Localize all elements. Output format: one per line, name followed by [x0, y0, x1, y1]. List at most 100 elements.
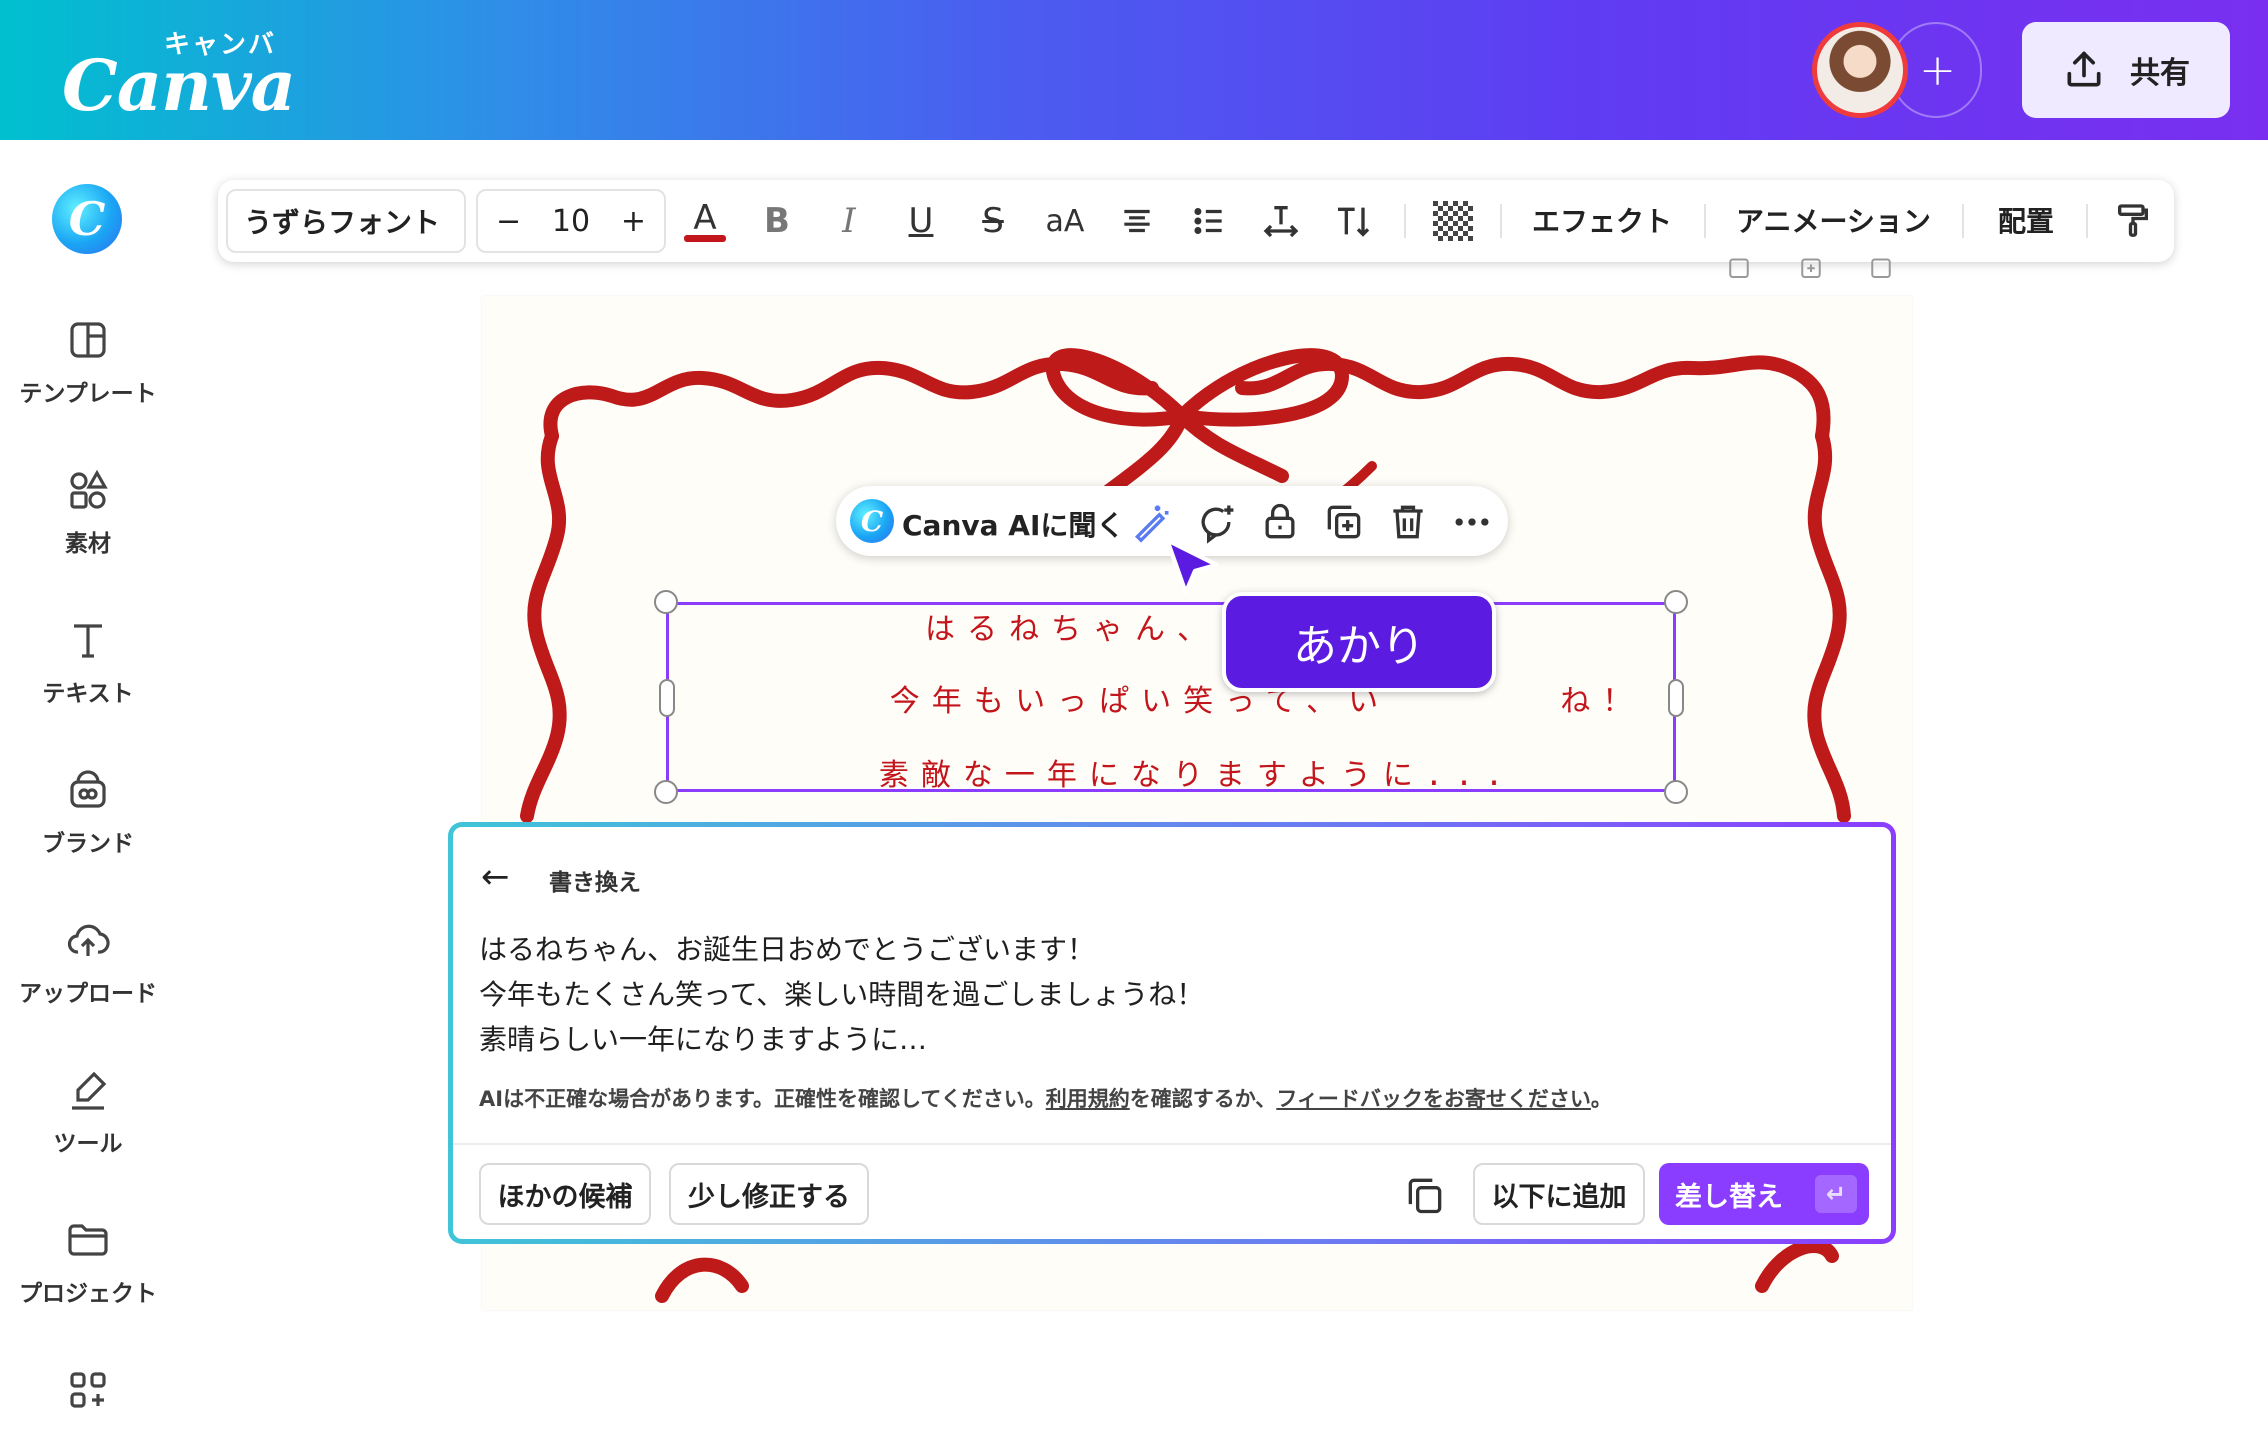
share-upload-icon [2067, 51, 2101, 87]
paint-roller-icon [2118, 204, 2148, 237]
bold-button[interactable]: B [752, 196, 802, 246]
page-lock-icon[interactable] [1724, 252, 1754, 282]
align-center-icon [1124, 209, 1150, 233]
page-add-icon[interactable] [1866, 252, 1896, 282]
apps-icon [70, 1372, 106, 1408]
resize-handle-left[interactable] [659, 679, 675, 717]
decrease-size-button[interactable]: − [496, 204, 521, 239]
sidebar-item-templates[interactable]: テンプレート [0, 316, 176, 408]
elements-icon [70, 469, 108, 509]
sidebar-item-brand[interactable]: ブランド [0, 766, 176, 858]
canva-logo[interactable]: キャンバ Canva [62, 18, 296, 127]
font-color-swatch [684, 234, 726, 242]
panel-title: 書き換え [549, 870, 641, 896]
letter-case-button[interactable]: aA [1040, 196, 1090, 246]
sidebar-item-projects[interactable]: プロジェクト [0, 1216, 176, 1308]
template-icon [70, 322, 106, 358]
panel-divider [453, 1143, 1891, 1145]
text-size-icon [1338, 207, 1370, 237]
rewritten-line: 今年もたくさん笑って、楽しい時間を過ごしましょうね！ [479, 978, 1205, 1011]
rewritten-text: はるねちゃん、お誕生日おめでとうございます！ 今年もたくさん笑って、楽しい時間を… [479, 927, 1204, 1062]
letter-spacing-button[interactable] [1256, 196, 1306, 246]
effects-button[interactable]: エフェクト [1532, 200, 1672, 240]
adjust-button[interactable]: 少し修正する [669, 1163, 869, 1225]
sidebar-item-label: テキスト [42, 681, 134, 707]
font-selector[interactable]: うずらフォント [226, 189, 466, 253]
toolbar-divider [2086, 204, 2088, 238]
canva-ai-icon[interactable]: C [52, 184, 122, 254]
sidebar-item-label: プロジェクト [19, 1281, 157, 1307]
list-button[interactable] [1184, 196, 1234, 246]
rewrite-panel: ← 書き換え はるねちゃん、お誕生日おめでとうございます！ 今年もたくさん笑って… [450, 824, 1894, 1242]
more-options-icon[interactable] [1450, 500, 1494, 544]
rewritten-line: 素晴らしい一年になりますように… [479, 1023, 928, 1056]
feedback-link[interactable]: フィードバックをお寄せください [1276, 1087, 1591, 1111]
share-label: 共有 [2130, 56, 2190, 91]
resize-handle-top-left[interactable] [654, 590, 678, 614]
sidebar-item-upload[interactable]: アップロード [0, 916, 176, 1008]
transparency-icon [1433, 201, 1473, 241]
underline-button[interactable]: U [896, 196, 946, 246]
insert-below-button[interactable]: 以下に追加 [1473, 1163, 1645, 1225]
font-color-icon: A [693, 197, 717, 238]
folder-icon [68, 1224, 108, 1256]
collaborator-cursor-icon [1165, 538, 1219, 595]
toolbar-divider [1704, 204, 1706, 238]
user-avatar[interactable] [1812, 22, 1908, 118]
text-selection-box[interactable] [666, 602, 1676, 792]
tools-icon [72, 1071, 107, 1110]
increase-size-button[interactable]: + [621, 204, 646, 239]
collaborator-name-tag: あかり [1222, 592, 1496, 692]
font-size-stepper[interactable]: − 10 + [476, 189, 666, 253]
disclaimer-text: を確認するか、 [1129, 1087, 1277, 1111]
italic-button[interactable]: I [824, 196, 874, 246]
terms-link[interactable]: 利用規約 [1046, 1087, 1130, 1111]
sidebar-item-label: アップロード [19, 981, 157, 1007]
font-size-value[interactable]: 10 [552, 204, 590, 239]
font-color-button[interactable]: A [680, 196, 730, 246]
sidebar-item-text[interactable]: テキスト [0, 616, 176, 708]
letter-spacing-icon [1263, 206, 1299, 238]
ask-canva-ai-button[interactable]: Canva AIに聞く [902, 504, 1124, 544]
sidebar-item-tools[interactable]: ツール [0, 1066, 176, 1158]
share-button[interactable]: 共有 [2022, 22, 2230, 118]
copy-icon[interactable] [1403, 1173, 1447, 1217]
toolbar-divider [1500, 204, 1502, 238]
sidebar-item-label: テンプレート [19, 381, 157, 407]
replace-label: 差し替え [1675, 1181, 1783, 1213]
copy-style-button[interactable] [2108, 196, 2158, 246]
position-button[interactable]: 配置 [1998, 200, 2054, 240]
rewritten-line: はるねちゃん、お誕生日おめでとうございます！ [479, 933, 1096, 966]
upload-cloud-icon [67, 924, 110, 956]
strikethrough-button[interactable]: S [968, 196, 1018, 246]
canva-ai-icon: C [850, 499, 894, 543]
lock-icon[interactable] [1258, 500, 1302, 544]
other-options-button[interactable]: ほかの候補 [479, 1163, 651, 1225]
duplicate-icon[interactable] [1322, 500, 1366, 544]
page-duplicate-icon[interactable] [1796, 252, 1826, 282]
back-arrow-icon[interactable]: ← [481, 857, 510, 897]
sidebar-item-apps[interactable] [0, 1366, 176, 1414]
animation-button[interactable]: アニメーション [1736, 200, 1931, 240]
sidebar-item-elements[interactable]: 素材 [0, 466, 176, 558]
ai-disclaimer: AIは不正確な場合があります。正確性を確認してください。利用規約を確認するか、フ… [479, 1083, 1612, 1113]
transparency-button[interactable] [1428, 196, 1478, 246]
brand-icon [70, 770, 106, 808]
trash-icon[interactable] [1386, 500, 1430, 544]
text-toolbar: うずらフォント − 10 + A B I U S aA エフェクト アニメーショ… [218, 180, 2174, 262]
left-sidebar: C テンプレート 素材 テキスト ブランド アップロード ツール プロジェクト [0, 140, 176, 1440]
text-icon [74, 624, 102, 658]
resize-handle-top-right[interactable] [1664, 590, 1688, 614]
align-button[interactable] [1112, 196, 1162, 246]
disclaimer-text: 。 [1590, 1087, 1612, 1111]
resize-handle-bottom-right[interactable] [1664, 780, 1688, 804]
resize-handle-bottom-left[interactable] [654, 780, 678, 804]
resize-handle-right[interactable] [1668, 679, 1684, 717]
sidebar-item-label: ツール [53, 1131, 123, 1157]
line-height-button[interactable] [1328, 196, 1378, 246]
toolbar-divider [1962, 204, 1964, 238]
replace-button[interactable]: 差し替え ↵ [1659, 1163, 1869, 1225]
sidebar-item-label: 素材 [65, 531, 111, 557]
top-bar: キャンバ Canva + 共有 [0, 0, 2268, 140]
bullet-list-icon [1194, 208, 1222, 234]
